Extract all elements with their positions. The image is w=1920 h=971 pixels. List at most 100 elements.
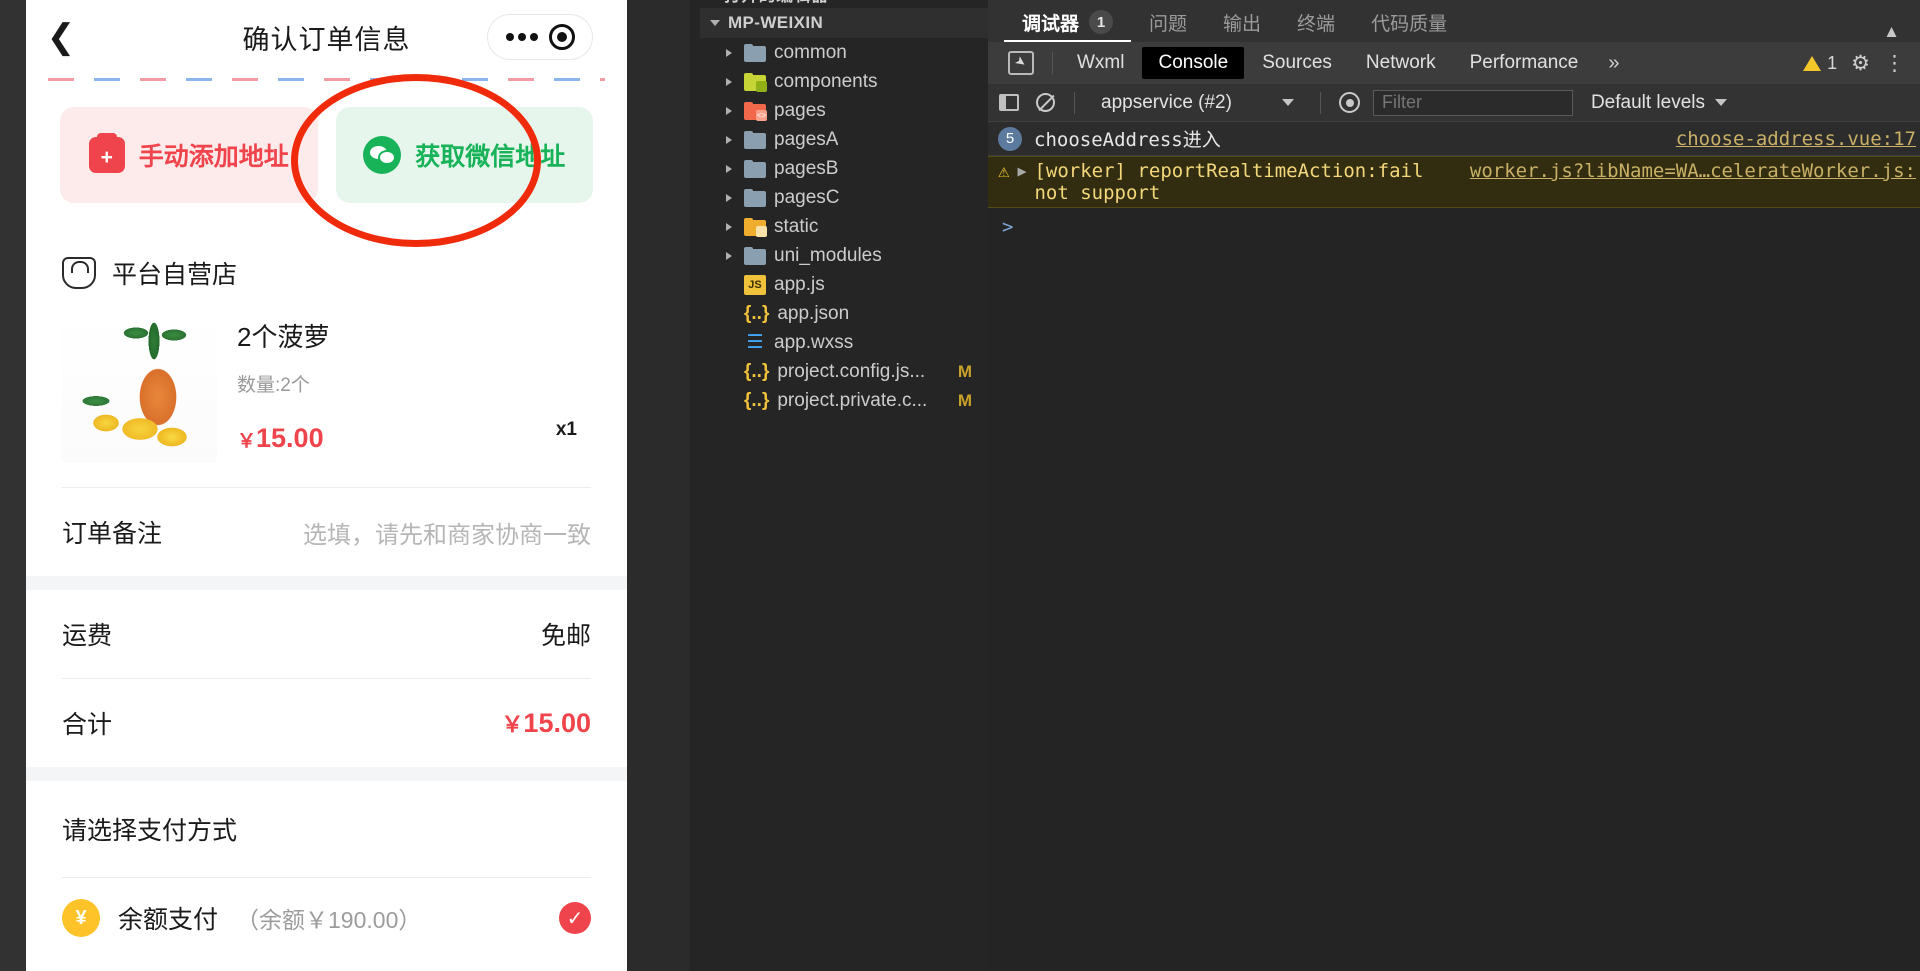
console-message-text: chooseAddress进入 (1034, 129, 1221, 151)
json-file-icon: {..} (744, 303, 770, 324)
console-input-prompt[interactable]: > (988, 208, 1920, 238)
tree-item-pagesC[interactable]: pagesC (700, 183, 988, 212)
tab-terminal[interactable]: 终端 (1279, 2, 1353, 42)
check-circle-icon[interactable]: ✓ (559, 902, 591, 934)
more-dots-icon[interactable] (505, 33, 538, 41)
clear-console-icon[interactable] (1032, 91, 1058, 115)
order-note-input[interactable]: 选填，请先和商家协商一致 (303, 515, 591, 550)
tree-item-label: pagesB (774, 157, 839, 179)
warning-triangle-icon: ⚠ (998, 160, 1010, 182)
total-amount: 15.00 (523, 708, 591, 738)
tab-code-quality[interactable]: 代码质量 (1353, 2, 1465, 42)
triangle-down-icon[interactable] (710, 20, 720, 26)
console-context-value: appservice (#2) (1101, 91, 1232, 113)
tree-item-components[interactable]: components (700, 67, 988, 96)
pineapple-photo (62, 311, 217, 463)
folder-icon (744, 159, 766, 178)
order-note-row[interactable]: 订单备注 选填，请先和商家协商一致 (26, 488, 627, 576)
yen-coin-icon: ¥ (62, 899, 100, 937)
triangle-right-icon[interactable] (726, 106, 732, 115)
tree-item-app-wxss[interactable]: ☰ app.wxss (700, 328, 988, 357)
tree-item-uni-modules[interactable]: uni_modules (700, 241, 988, 270)
wechat-capsule-button[interactable] (487, 14, 593, 60)
console-message-warning[interactable]: ⚠ ▶ [worker] reportRealtimeAction:fail n… (988, 156, 1920, 208)
tab-problems[interactable]: 问题 (1131, 2, 1205, 42)
tree-item-pagesB[interactable]: pagesB (700, 154, 988, 183)
manual-add-address-label: 手动添加地址 (138, 143, 289, 171)
triangle-right-icon[interactable]: ▶ (1017, 160, 1026, 180)
folder-icon (744, 246, 766, 265)
double-chevron-right-icon[interactable]: » (1596, 52, 1631, 75)
tab-output[interactable]: 输出 (1205, 2, 1279, 42)
explorer-scrollbar[interactable] (982, 0, 988, 971)
console-messages: 5 chooseAddress进入 choose-address.vue:17 … (988, 122, 1920, 971)
devtools-panel: 调试器 1 问题 输出 终端 代码质量 ▲ Wxml Console Sourc… (988, 0, 1920, 971)
tree-item-static[interactable]: static (700, 212, 988, 241)
tree-item-project-config[interactable]: {..} project.config.js... M (700, 357, 988, 386)
tab-output-label: 输出 (1223, 13, 1262, 35)
triangle-right-icon[interactable] (726, 77, 732, 86)
get-wechat-address-button[interactable]: 获取微信地址 (335, 107, 593, 203)
gear-icon[interactable]: ⚙ (1851, 51, 1870, 76)
product-multiplier: x1 (555, 419, 577, 440)
divider (1319, 91, 1321, 114)
triangle-right-icon[interactable] (726, 48, 732, 57)
triangle-right-icon[interactable] (726, 251, 732, 260)
tree-item-app-json[interactable]: {..} app.json (700, 299, 988, 328)
explorer-section-open-editors[interactable]: 打开的编辑器 (700, 0, 988, 8)
manual-add-address-button[interactable]: 手动添加地址 (60, 107, 318, 203)
tree-item-label: app.wxss (774, 331, 854, 353)
triangle-right-icon[interactable] (726, 135, 732, 144)
tree-item-label: pages (774, 99, 826, 121)
devtools-top-tabbar: 调试器 1 问题 输出 终端 代码质量 ▲ (988, 0, 1920, 42)
phone-navbar: ❮ 确认订单信息 (26, 0, 627, 74)
kebab-menu-icon[interactable]: ⋮ (1884, 51, 1906, 76)
product-info: 2个菠萝 数量:2个 ￥15.00 x1 (237, 311, 591, 463)
payment-method-balance[interactable]: ¥ 余额支付 （余额￥190.00） ✓ (26, 878, 627, 958)
json-file-icon: {..} (744, 390, 770, 411)
product-row[interactable]: 2个菠萝 数量:2个 ￥15.00 x1 (26, 301, 627, 487)
components-badge-icon (756, 80, 767, 92)
live-expression-icon[interactable] (1337, 91, 1363, 115)
tree-item-app-js[interactable]: JS app.js (700, 270, 988, 299)
app-root: ❮ 确认订单信息 手动添加地址 获取微信地址 (0, 0, 1920, 971)
warning-count-indicator[interactable]: 1 (1803, 53, 1837, 74)
devtools-tabbar-actions: 1 ⚙ ⋮ (1803, 51, 1920, 76)
tree-item-pages[interactable]: <> pages (700, 96, 988, 125)
inspect-cursor-icon[interactable] (1008, 51, 1034, 75)
tree-item-label: pagesC (774, 186, 840, 208)
tab-performance[interactable]: Performance (1454, 47, 1595, 79)
triangle-right-icon[interactable] (726, 164, 732, 173)
console-filter-toolbar: appservice (#2) Default levels (988, 84, 1920, 122)
console-filter-input[interactable] (1372, 89, 1573, 116)
console-message-info[interactable]: 5 chooseAddress进入 choose-address.vue:17 (988, 122, 1920, 156)
tab-console[interactable]: Console (1142, 47, 1245, 79)
console-message-source-link[interactable]: choose-address.vue:17 (1676, 128, 1920, 150)
explorer-content: 打开的编辑器 MP-WEIXIN common components (700, 0, 988, 415)
triangle-right-icon[interactable] (726, 193, 732, 202)
tree-item-project-private-config[interactable]: {..} project.private.c... M (700, 386, 988, 415)
phone-screen: ❮ 确认订单信息 手动添加地址 获取微信地址 (26, 0, 627, 971)
triangle-right-icon[interactable] (726, 222, 732, 231)
shop-row[interactable]: 平台自营店 (26, 233, 627, 301)
console-context-selector[interactable]: appservice (#2) (1091, 92, 1304, 114)
tab-debugger[interactable]: 调试器 1 (1004, 2, 1131, 42)
tree-item-pagesA[interactable]: pagesA (700, 125, 988, 154)
tab-sources[interactable]: Sources (1246, 47, 1348, 79)
tab-terminal-label: 终端 (1297, 13, 1336, 35)
tab-wxml[interactable]: Wxml (1061, 47, 1140, 79)
file-explorer-panel: 打开的编辑器 MP-WEIXIN common components (700, 0, 988, 971)
target-circle-icon[interactable] (548, 24, 575, 50)
back-chevron-icon[interactable]: ❮ (26, 0, 96, 74)
console-message-source-link[interactable]: worker.js?libName=WA…celerateWorker.js: (1470, 160, 1920, 182)
tab-network[interactable]: Network (1350, 47, 1452, 79)
divider (1052, 52, 1053, 74)
folder-icon (744, 43, 766, 62)
js-file-icon: JS (744, 274, 766, 295)
tree-item-common[interactable]: common (700, 38, 988, 67)
console-log-levels-selector[interactable]: Default levels (1583, 92, 1728, 114)
console-sidebar-icon[interactable] (996, 91, 1022, 115)
explorer-section-mp-weixin[interactable]: MP-WEIXIN (700, 8, 988, 38)
chevron-up-icon[interactable]: ▲ (1863, 22, 1920, 42)
total-value: ￥15.00 (501, 707, 591, 739)
